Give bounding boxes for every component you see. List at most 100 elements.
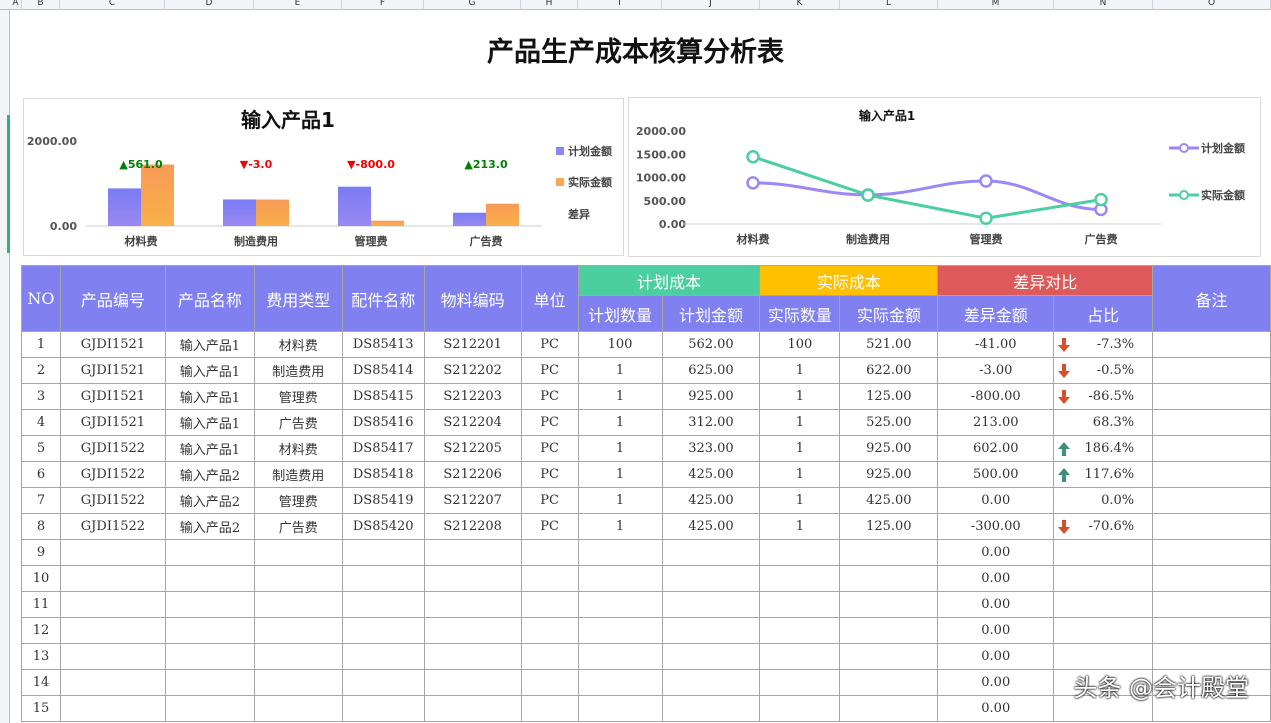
product-code-cell[interactable]	[60, 592, 165, 618]
unit-cell[interactable]	[521, 540, 578, 566]
plan-amount-cell[interactable]: 312.00	[662, 410, 760, 436]
column-header[interactable]: F	[342, 0, 424, 10]
row-no-cell[interactable]: 14	[22, 670, 61, 696]
diff-amount-cell[interactable]: 0.00	[938, 670, 1054, 696]
column-header[interactable]: C	[60, 0, 165, 10]
part-name-cell[interactable]: DS85413	[342, 332, 424, 358]
actual-amount-cell[interactable]: 925.00	[840, 462, 938, 488]
diff-amount-cell[interactable]: 0.00	[938, 540, 1054, 566]
note-cell[interactable]	[1153, 436, 1271, 462]
product-code-cell[interactable]	[60, 618, 165, 644]
actual-amount-cell[interactable]: 622.00	[840, 358, 938, 384]
product-code-cell[interactable]: GJDI1521	[60, 384, 165, 410]
product-code-cell[interactable]	[60, 670, 165, 696]
cost-type-cell[interactable]	[254, 618, 342, 644]
material-code-cell[interactable]	[424, 618, 521, 644]
product-code-cell[interactable]: GJDI1522	[60, 514, 165, 540]
material-code-cell[interactable]	[424, 540, 521, 566]
cost-type-cell[interactable]	[254, 540, 342, 566]
actual-amount-cell[interactable]	[840, 566, 938, 592]
cost-type-cell[interactable]	[254, 696, 342, 722]
actual-amount-cell[interactable]: 125.00	[840, 514, 938, 540]
actual-qty-cell[interactable]: 1	[760, 436, 840, 462]
material-code-cell[interactable]: S212202	[424, 358, 521, 384]
cost-type-cell[interactable]: 制造费用	[254, 358, 342, 384]
plan-qty-cell[interactable]: 1	[578, 384, 662, 410]
pct-cell[interactable]: -86.5%	[1054, 384, 1153, 410]
note-cell[interactable]	[1153, 618, 1271, 644]
pct-cell[interactable]	[1054, 566, 1153, 592]
row-no-cell[interactable]: 15	[22, 696, 61, 722]
diff-amount-cell[interactable]: 0.00	[938, 488, 1054, 514]
plan-qty-cell[interactable]	[578, 670, 662, 696]
product-name-cell[interactable]	[165, 618, 254, 644]
plan-amount-cell[interactable]	[662, 670, 760, 696]
material-code-cell[interactable]	[424, 592, 521, 618]
plan-qty-cell[interactable]	[578, 644, 662, 670]
unit-cell[interactable]	[521, 644, 578, 670]
note-cell[interactable]	[1153, 462, 1271, 488]
row-no-cell[interactable]: 12	[22, 618, 61, 644]
cost-type-cell[interactable]: 材料费	[254, 436, 342, 462]
column-header[interactable]: B	[22, 0, 60, 10]
cost-type-cell[interactable]	[254, 592, 342, 618]
column-header[interactable]: N	[1054, 0, 1153, 10]
product-code-cell[interactable]	[60, 540, 165, 566]
plan-qty-cell[interactable]: 1	[578, 488, 662, 514]
unit-cell[interactable]	[521, 592, 578, 618]
row-no-cell[interactable]: 1	[22, 332, 61, 358]
diff-amount-cell[interactable]: -800.00	[938, 384, 1054, 410]
row-no-cell[interactable]: 4	[22, 410, 61, 436]
diff-amount-cell[interactable]: 500.00	[938, 462, 1054, 488]
actual-amount-cell[interactable]	[840, 696, 938, 722]
plan-amount-cell[interactable]: 323.00	[662, 436, 760, 462]
column-header[interactable]: J	[662, 0, 760, 10]
plan-amount-cell[interactable]: 925.00	[662, 384, 760, 410]
pct-cell[interactable]: -70.6%	[1054, 514, 1153, 540]
diff-amount-cell[interactable]: 0.00	[938, 592, 1054, 618]
unit-cell[interactable]	[521, 696, 578, 722]
plan-qty-cell[interactable]: 1	[578, 436, 662, 462]
actual-amount-cell[interactable]	[840, 618, 938, 644]
diff-amount-cell[interactable]: 0.00	[938, 618, 1054, 644]
column-header[interactable]: L	[840, 0, 938, 10]
actual-amount-cell[interactable]: 521.00	[840, 332, 938, 358]
product-name-cell[interactable]: 输入产品1	[165, 332, 254, 358]
plan-amount-cell[interactable]	[662, 540, 760, 566]
diff-amount-cell[interactable]: -41.00	[938, 332, 1054, 358]
plan-qty-cell[interactable]	[578, 696, 662, 722]
actual-qty-cell[interactable]	[760, 644, 840, 670]
row-no-cell[interactable]: 10	[22, 566, 61, 592]
plan-amount-cell[interactable]: 425.00	[662, 514, 760, 540]
material-code-cell[interactable]: S212207	[424, 488, 521, 514]
plan-amount-cell[interactable]	[662, 618, 760, 644]
product-name-cell[interactable]: 输入产品1	[165, 358, 254, 384]
plan-qty-cell[interactable]	[578, 592, 662, 618]
actual-qty-cell[interactable]: 100	[760, 332, 840, 358]
plan-qty-cell[interactable]: 1	[578, 462, 662, 488]
column-header[interactable]: H	[521, 0, 578, 10]
bar-chart[interactable]: 输入产品12000.000.00材料费▲561.0制造费用▼-3.0管理费▼-8…	[23, 98, 624, 256]
product-code-cell[interactable]	[60, 566, 165, 592]
plan-amount-cell[interactable]: 562.00	[662, 332, 760, 358]
note-cell[interactable]	[1153, 566, 1271, 592]
column-header[interactable]: O	[1153, 0, 1271, 10]
actual-amount-cell[interactable]: 125.00	[840, 384, 938, 410]
row-no-cell[interactable]: 11	[22, 592, 61, 618]
line-chart[interactable]: 输入产品12000.001500.001000.00500.000.00材料费制…	[628, 97, 1261, 257]
column-header[interactable]: A	[10, 0, 22, 10]
part-name-cell[interactable]: DS85414	[342, 358, 424, 384]
actual-qty-cell[interactable]: 1	[760, 514, 840, 540]
unit-cell[interactable]: PC	[521, 410, 578, 436]
pct-cell[interactable]: 117.6%	[1054, 462, 1153, 488]
actual-amount-cell[interactable]: 425.00	[840, 488, 938, 514]
product-code-cell[interactable]: GJDI1521	[60, 332, 165, 358]
actual-qty-cell[interactable]: 1	[760, 384, 840, 410]
row-no-cell[interactable]: 2	[22, 358, 61, 384]
note-cell[interactable]	[1153, 488, 1271, 514]
product-name-cell[interactable]	[165, 670, 254, 696]
actual-qty-cell[interactable]: 1	[760, 410, 840, 436]
product-code-cell[interactable]: GJDI1521	[60, 358, 165, 384]
material-code-cell[interactable]	[424, 644, 521, 670]
material-code-cell[interactable]: S212203	[424, 384, 521, 410]
